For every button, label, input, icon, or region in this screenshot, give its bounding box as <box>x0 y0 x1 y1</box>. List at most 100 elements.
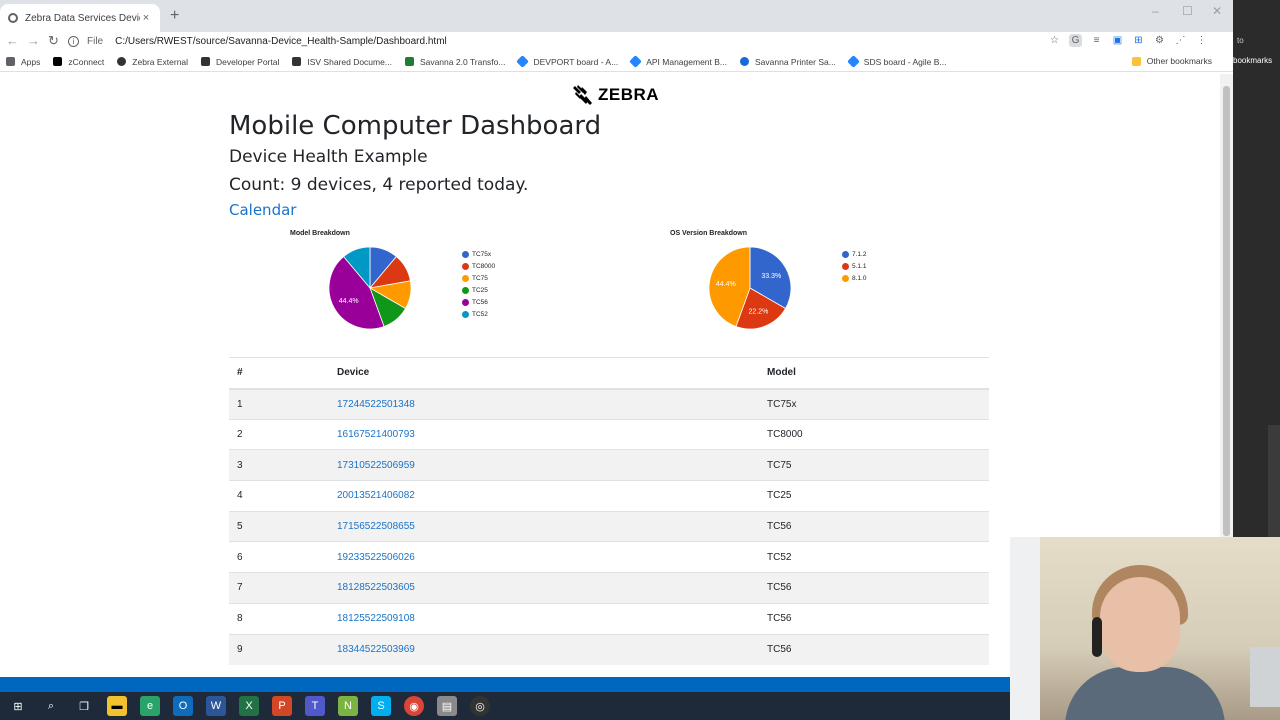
bookmark-sds-board[interactable]: SDS board - Agile B... <box>846 55 947 68</box>
obs-icon[interactable]: ◎ <box>470 696 490 716</box>
legend-item[interactable]: TC75x <box>462 248 495 260</box>
word-icon[interactable]: W <box>206 696 226 716</box>
device-cell: 20013521406082 <box>329 480 759 512</box>
legend-swatch <box>462 262 469 270</box>
outlook-icon[interactable]: O <box>173 696 193 716</box>
excel-icon[interactable]: X <box>239 696 259 716</box>
task-view-icon[interactable]: ❐ <box>74 696 94 716</box>
bookmark-label: API Management B... <box>646 56 727 67</box>
settings-gear-icon[interactable]: ⚙ <box>1153 34 1166 47</box>
file-explorer-icon[interactable]: ▬ <box>107 696 127 716</box>
legend-item[interactable]: TC25 <box>462 284 495 296</box>
zebra-extension-icon[interactable]: ⋰ <box>1174 34 1187 47</box>
device-link[interactable]: 19233522506026 <box>337 552 415 563</box>
table-row: 4 20013521406082 TC25 <box>229 480 989 512</box>
confluence-icon <box>740 57 749 66</box>
slice-label: 33.3% <box>761 273 781 280</box>
legend-item[interactable]: 5.1.1 <box>842 260 866 272</box>
headset-icon <box>1092 617 1102 657</box>
legend-swatch <box>462 286 469 294</box>
slice-label: 44.4% <box>716 281 736 288</box>
legend-item[interactable]: TC75 <box>462 272 495 284</box>
legend-item[interactable]: TC8000 <box>462 260 495 272</box>
minimize-button[interactable]: – <box>1152 4 1159 18</box>
tab-dashboard[interactable]: Zebra Data Services Device Heal × <box>0 4 160 32</box>
bookmark-zebra-external[interactable]: Zebra External <box>117 57 188 67</box>
teams-icon[interactable]: T <box>305 696 325 716</box>
webcam-background-window <box>1010 537 1040 720</box>
search-icon[interactable]: ⌕ <box>41 696 61 716</box>
table-row: 3 17310522506959 TC75 <box>229 449 989 481</box>
close-window-button[interactable]: ✕ <box>1212 4 1222 18</box>
bookmark-label: DEVPORT board - A... <box>533 56 619 67</box>
powerpoint-icon[interactable]: P <box>272 696 292 716</box>
legend-label: 8.1.0 <box>852 274 867 282</box>
windows-icon[interactable]: ⊞ <box>1132 34 1145 47</box>
bookmark-label: SDS board - Agile B... <box>863 56 947 67</box>
skype-icon[interactable]: S <box>371 696 391 716</box>
bookmark-star-icon[interactable]: ☆ <box>1048 34 1061 47</box>
legend-item[interactable]: 7.1.2 <box>842 248 866 260</box>
tab-title: Zebra Data Services Device Heal <box>25 12 140 24</box>
edge-icon[interactable]: e <box>140 696 160 716</box>
legend-item[interactable]: 8.1.0 <box>842 272 866 284</box>
grammarly-icon[interactable]: G <box>1069 34 1082 47</box>
bookmark-isv-shared[interactable]: ISV Shared Docume... <box>292 57 392 67</box>
header-device: Device <box>329 357 759 390</box>
chrome-menu-icon[interactable]: ⋮ <box>1195 34 1208 47</box>
legend-item[interactable]: TC56 <box>462 296 495 308</box>
device-link[interactable]: 20013521406082 <box>337 490 415 501</box>
bookmark-apps[interactable]: Apps <box>6 57 40 67</box>
row-number: 1 <box>229 388 329 420</box>
legend-swatch <box>842 274 849 282</box>
chrome-icon[interactable]: ◉ <box>404 696 424 716</box>
url-text[interactable]: C:/Users/RWEST/source/Savanna-Device_Hea… <box>115 36 447 47</box>
bookmark-savanna-transfo[interactable]: Savanna 2.0 Transfo... <box>404 56 506 67</box>
table-row: 8 18125522509108 TC56 <box>229 602 989 634</box>
legend-swatch <box>462 274 469 282</box>
bookmark-label: Savanna 2.0 Transfo... <box>419 56 506 67</box>
address-bar[interactable]: i File C:/Users/RWEST/source/Savanna-Dev… <box>68 32 1068 50</box>
forward-button[interactable]: → <box>27 33 40 48</box>
legend-swatch <box>462 310 469 318</box>
device-cell: 18344522503969 <box>329 633 759 665</box>
device-link[interactable]: 17244522501348 <box>337 399 415 410</box>
scrollbar-thumb[interactable] <box>1223 86 1230 536</box>
windows-start-icon[interactable]: ⊞ <box>8 696 28 716</box>
layers-icon[interactable]: ≡ <box>1090 34 1103 47</box>
folder-icon <box>1131 56 1141 66</box>
window-icon[interactable]: ▣ <box>1111 34 1124 47</box>
legend-item[interactable]: TC52 <box>462 308 495 320</box>
partial-text: to <box>1237 36 1244 45</box>
jira-icon <box>846 55 860 68</box>
device-link[interactable]: 16167521400793 <box>337 429 415 440</box>
zconnect-icon <box>53 57 63 66</box>
device-link[interactable]: 18125522509108 <box>337 613 415 624</box>
info-icon[interactable]: i <box>68 35 79 47</box>
device-link[interactable]: 17310522506959 <box>337 460 415 471</box>
bookmark-savanna-printer[interactable]: Savanna Printer Sa... <box>740 57 836 67</box>
back-button[interactable]: ← <box>6 33 19 48</box>
notepad-icon[interactable]: N <box>338 696 358 716</box>
app-icon[interactable]: ▤ <box>437 696 457 716</box>
other-bookmarks[interactable]: Other bookmarks <box>1131 56 1212 66</box>
device-link[interactable]: 18344522503969 <box>337 644 415 655</box>
bookmark-label: Zebra External <box>132 56 189 67</box>
jira-icon <box>516 55 530 68</box>
maximize-button[interactable]: ☐ <box>1182 4 1193 18</box>
bookmark-api-management[interactable]: API Management B... <box>629 55 727 68</box>
bookmark-zconnect[interactable]: zConnect <box>53 57 104 67</box>
legend-swatch <box>842 262 849 270</box>
bookmark-devport-board[interactable]: DEVPORT board - A... <box>516 55 619 68</box>
device-link[interactable]: 18128522503605 <box>337 582 415 593</box>
device-link[interactable]: 17156522508655 <box>337 521 415 532</box>
new-tab-button[interactable]: + <box>170 7 179 25</box>
row-number: 4 <box>229 480 329 512</box>
legend-swatch <box>462 298 469 306</box>
close-tab-icon[interactable]: × <box>140 12 152 24</box>
device-cell: 18125522509108 <box>329 602 759 634</box>
bookmark-developer-portal[interactable]: Developer Portal <box>201 57 279 67</box>
reload-button[interactable]: ↻ <box>48 33 59 49</box>
model-cell: TC56 <box>759 602 989 634</box>
calendar-link[interactable]: Calendar <box>229 201 296 219</box>
